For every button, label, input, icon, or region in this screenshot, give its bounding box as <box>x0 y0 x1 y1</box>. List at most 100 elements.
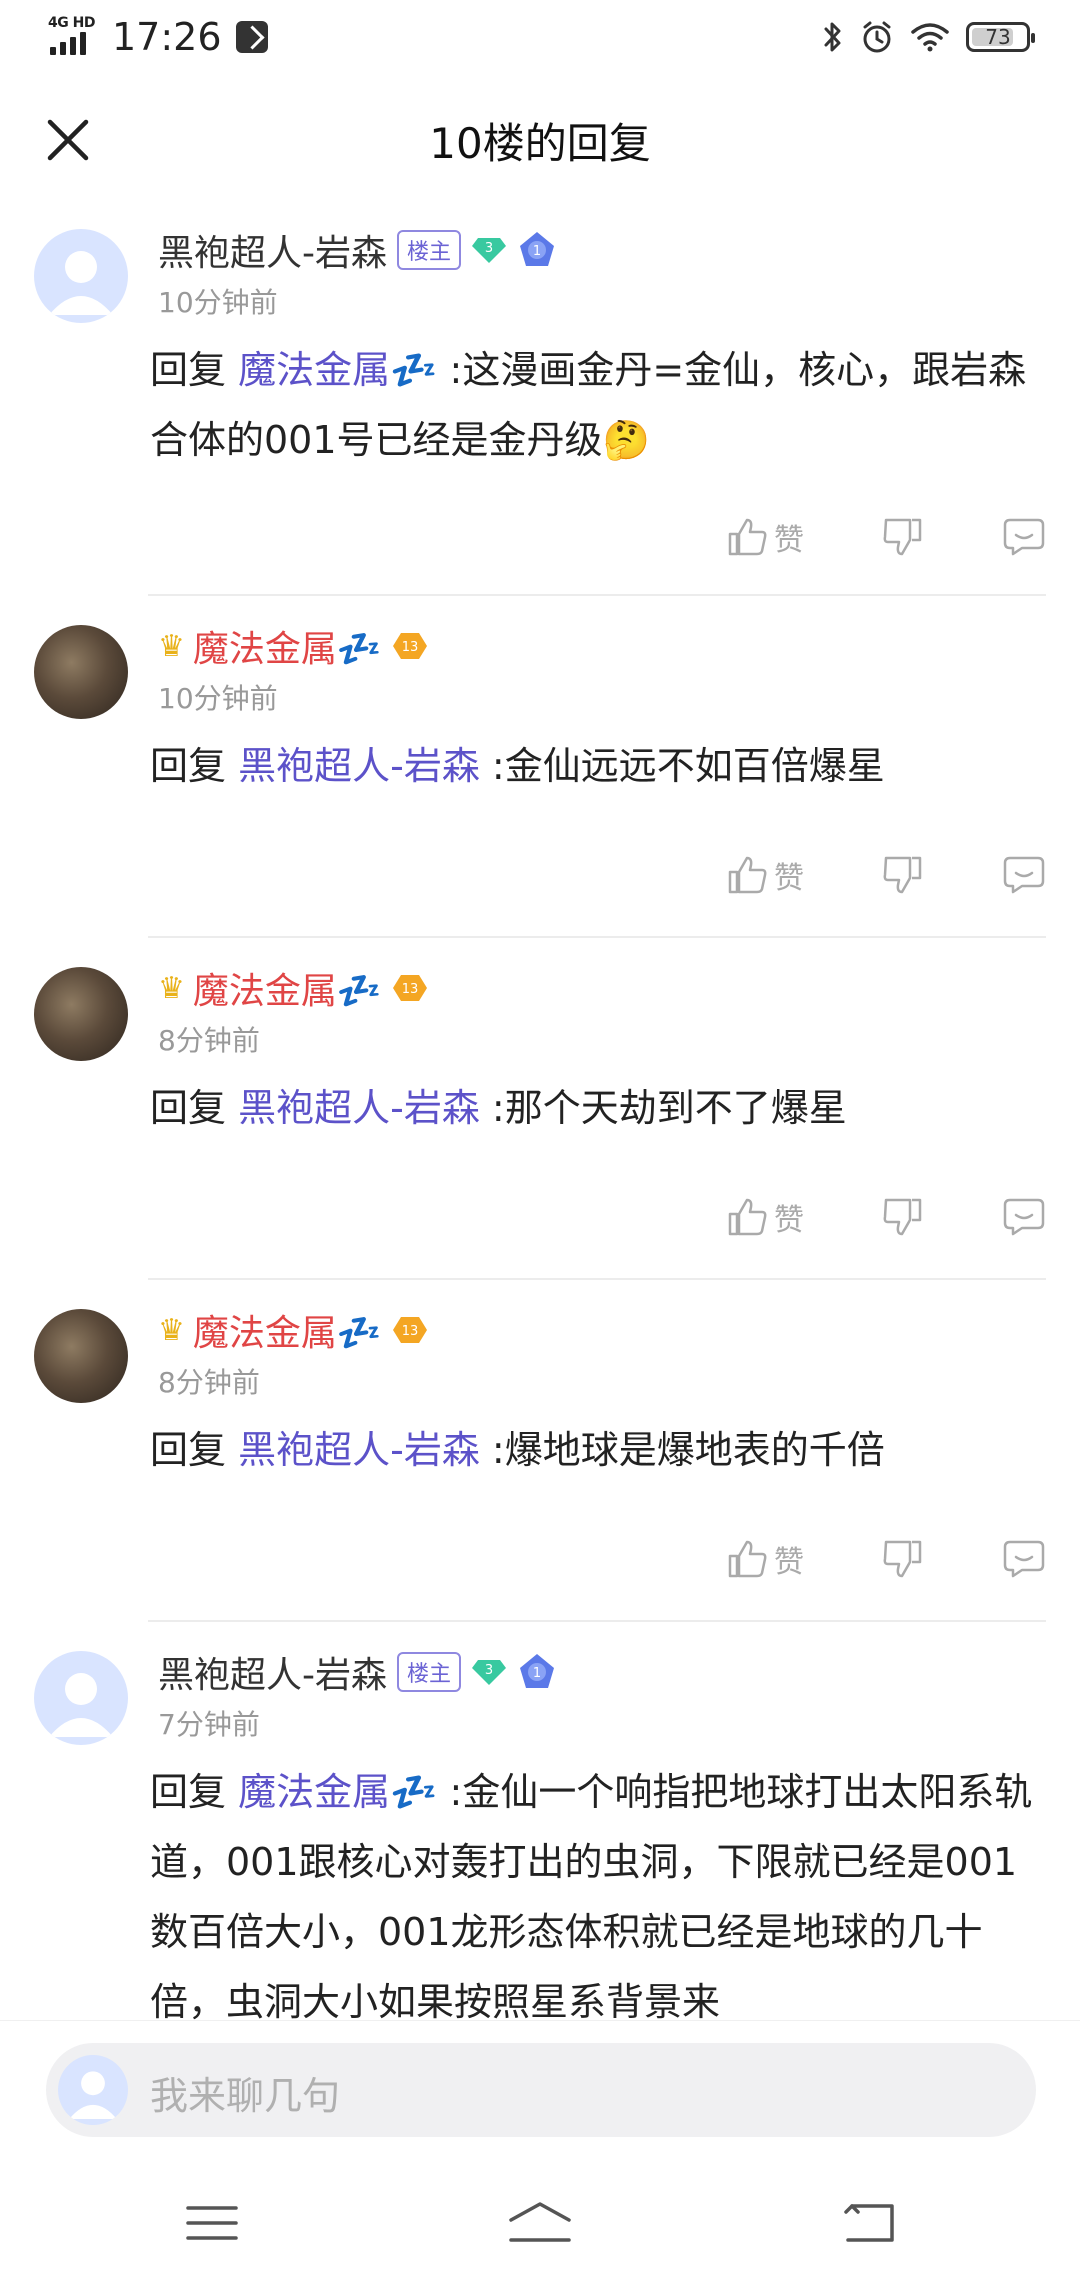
reply-item: 黑袍超人-岩森 楼主 3 1 7分钟前 回复 魔法金属💤 :金仙一个响指把地球打… <box>0 1621 1080 2041</box>
reply-actions: 赞 <box>726 507 1046 567</box>
thumbs-down-icon[interactable] <box>882 1538 924 1580</box>
comment-input[interactable]: 我来聊几句 <box>46 2043 1036 2137</box>
svg-text:13: 13 <box>401 1324 418 1339</box>
svg-text:13: 13 <box>401 640 418 655</box>
reply-item: ♛ 魔法金属💤 13 8分钟前 回复 黑袍超人-岩森 :那个天劫到不了爆星 赞 <box>0 937 1080 1280</box>
level-badge-icon: 13 <box>392 1315 428 1345</box>
home-icon[interactable] <box>505 2198 575 2248</box>
reply-prefix: 回复 <box>150 348 227 392</box>
svg-text:13: 13 <box>401 982 418 997</box>
battery-level: 73 <box>985 25 1011 49</box>
thumbs-down-icon[interactable] <box>882 1196 924 1238</box>
username[interactable]: 魔法金属💤 <box>193 620 382 672</box>
reply-content: 回复 魔法金属💤 :这漫画金丹=金仙，核心，跟岩森合体的001号已经是金丹级🤔 <box>150 335 1044 475</box>
cellular-signal-icon: 4G HD <box>48 15 98 57</box>
reply-actions: 赞 <box>726 1529 1046 1589</box>
crown-icon: ♛ <box>158 970 185 1006</box>
rank-medal-icon: 1 <box>517 230 557 270</box>
mention-link[interactable]: 黑袍超人-岩森 <box>238 744 480 788</box>
thumbs-down-icon[interactable] <box>882 854 924 896</box>
like-label: 赞 <box>774 523 804 558</box>
username[interactable]: 魔法金属💤 <box>193 1304 382 1356</box>
back-icon[interactable] <box>840 2198 900 2248</box>
name-row: 黑袍超人-岩森 楼主 3 1 <box>158 1647 557 1697</box>
owner-tag: 楼主 <box>397 230 462 270</box>
level-badge-icon: 3 <box>471 235 507 265</box>
level-badge-icon: 3 <box>471 1657 507 1687</box>
thumbs-up-icon <box>728 1198 767 1236</box>
status-left: 4G HD 17:26 <box>48 12 268 62</box>
owner-tag: 楼主 <box>397 1652 462 1692</box>
reply-prefix: 回复 <box>150 744 227 788</box>
crown-icon: ♛ <box>158 628 185 664</box>
thumbs-up-icon <box>728 518 767 556</box>
reply-time: 10分钟前 <box>158 286 278 319</box>
username[interactable]: 黑袍超人-岩森 <box>158 224 387 276</box>
name-row: ♛ 魔法金属💤 13 <box>158 621 428 671</box>
status-right: 73 <box>822 12 1035 62</box>
mention-link[interactable]: 黑袍超人-岩森 <box>238 1428 480 1472</box>
reply-content: 回复 黑袍超人-岩森 :那个天劫到不了爆星 <box>150 1073 1044 1143</box>
network-type-label: 4G HD <box>48 15 95 31</box>
telegram-icon <box>235 21 268 53</box>
alarm-icon <box>863 21 891 53</box>
mention-link[interactable]: 魔法金属💤 <box>238 348 437 392</box>
menu-icon[interactable] <box>182 2198 242 2248</box>
reply-time: 10分钟前 <box>158 682 278 715</box>
reply-list: 黑袍超人-岩森 楼主 3 1 10分钟前 回复 魔法金属💤 :这漫画金丹=金仙，… <box>0 215 1080 2041</box>
username[interactable]: 魔法金属💤 <box>193 962 382 1014</box>
reply-content: 回复 魔法金属💤 :金仙一个响指把地球打出太阳系轨道，001跟核心对轰打出的虫洞… <box>150 1757 1044 2037</box>
thumbs-up-icon <box>728 1540 767 1578</box>
reply-time: 7分钟前 <box>158 1708 260 1741</box>
name-row: ♛ 魔法金属💤 13 <box>158 963 428 1013</box>
reply-text: :金仙远远不如百倍爆星 <box>491 744 885 788</box>
bluetooth-icon <box>824 22 841 52</box>
svg-text:3: 3 <box>485 1663 493 1678</box>
like-button[interactable]: 赞 <box>726 1195 804 1239</box>
thumbs-down-icon[interactable] <box>882 516 924 558</box>
reply-prefix: 回复 <box>150 1428 227 1472</box>
avatar[interactable] <box>34 229 128 323</box>
system-nav-bar <box>0 2160 1080 2280</box>
comment-icon[interactable] <box>1002 516 1046 558</box>
mention-link[interactable]: 魔法金属💤 <box>238 1770 437 1814</box>
comment-icon[interactable] <box>1002 1196 1046 1238</box>
reply-actions: 赞 <box>726 1187 1046 1247</box>
comment-icon[interactable] <box>1002 1538 1046 1580</box>
page-title: 10楼的回复 <box>429 119 651 168</box>
battery-icon: 73 <box>966 22 1035 52</box>
reply-prefix: 回复 <box>150 1086 227 1130</box>
reply-text: :爆地球是爆地表的千倍 <box>491 1428 885 1472</box>
avatar[interactable] <box>34 625 128 719</box>
comment-icon[interactable] <box>1002 854 1046 896</box>
status-time: 17:26 <box>112 15 222 59</box>
level-badge-icon: 13 <box>392 973 428 1003</box>
name-row: ♛ 魔法金属💤 13 <box>158 1305 428 1355</box>
like-button[interactable]: 赞 <box>726 853 804 897</box>
like-label: 赞 <box>774 1545 804 1580</box>
reply-content: 回复 黑袍超人-岩森 :爆地球是爆地表的千倍 <box>150 1415 1044 1485</box>
mention-link[interactable]: 黑袍超人-岩森 <box>238 1086 480 1130</box>
reply-content: 回复 黑袍超人-岩森 :金仙远远不如百倍爆星 <box>150 731 1044 801</box>
like-button[interactable]: 赞 <box>726 1537 804 1581</box>
svg-text:1: 1 <box>533 244 541 259</box>
reply-actions: 赞 <box>726 845 1046 905</box>
comment-input-bar: 我来聊几句 <box>0 2020 1080 2161</box>
like-label: 赞 <box>774 861 804 896</box>
input-placeholder: 我来聊几句 <box>150 2074 341 2118</box>
header: 10楼的回复 <box>0 100 1080 180</box>
reply-time: 8分钟前 <box>158 1366 260 1399</box>
avatar[interactable] <box>34 1309 128 1403</box>
like-button[interactable]: 赞 <box>726 515 804 559</box>
like-label: 赞 <box>774 1203 804 1238</box>
avatar[interactable] <box>34 1651 128 1745</box>
svg-text:3: 3 <box>485 241 493 256</box>
avatar[interactable] <box>34 967 128 1061</box>
crown-icon: ♛ <box>158 1312 185 1348</box>
reply-text: :那个天劫到不了爆星 <box>491 1086 847 1130</box>
wifi-icon <box>911 23 949 52</box>
username[interactable]: 黑袍超人-岩森 <box>158 1646 387 1698</box>
reply-item: ♛ 魔法金属💤 13 8分钟前 回复 黑袍超人-岩森 :爆地球是爆地表的千倍 赞 <box>0 1279 1080 1622</box>
reply-item: 黑袍超人-岩森 楼主 3 1 10分钟前 回复 魔法金属💤 :这漫画金丹=金仙，… <box>0 215 1080 596</box>
reply-prefix: 回复 <box>150 1770 227 1814</box>
